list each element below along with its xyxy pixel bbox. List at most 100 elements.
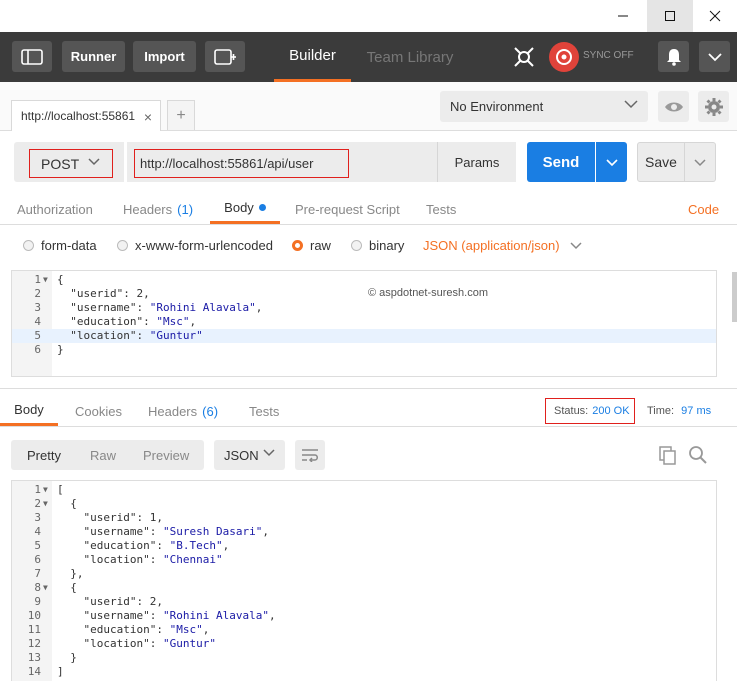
import-button[interactable]: Import bbox=[133, 41, 196, 72]
response-tab-body[interactable]: Body bbox=[0, 396, 58, 426]
content-type-select[interactable]: JSON (application/json) bbox=[423, 238, 582, 253]
watermark-text: © aspdotnet-suresh.com bbox=[368, 287, 488, 299]
request-code-line: 5 "location": "Guntur" bbox=[12, 329, 716, 343]
request-code-line: 2 "userid": 2, bbox=[12, 287, 716, 301]
radio-circle bbox=[117, 240, 128, 251]
copy-icon[interactable] bbox=[658, 445, 678, 468]
vertical-scrollbar[interactable] bbox=[732, 272, 737, 322]
save-options-button[interactable] bbox=[685, 142, 716, 182]
line-number: 9 bbox=[34, 595, 41, 608]
line-code: { bbox=[57, 581, 77, 594]
line-code: "education": "Msc", bbox=[70, 315, 197, 328]
view-raw-button[interactable]: Raw bbox=[90, 440, 116, 470]
tab-body-label: Body bbox=[224, 200, 254, 215]
view-pretty-button[interactable]: Pretty bbox=[27, 440, 61, 470]
line-code: "username": "Rohini Alavala", bbox=[70, 301, 263, 314]
response-tab-cookies[interactable]: Cookies bbox=[75, 396, 122, 426]
copy-glyph-icon bbox=[659, 446, 676, 465]
chevron-down-icon bbox=[624, 100, 638, 109]
line-code: "username": "Rohini Alavala", bbox=[83, 609, 276, 622]
method-select[interactable]: POST bbox=[29, 149, 113, 178]
sidebar-icon bbox=[21, 48, 43, 65]
line-number: 4 bbox=[34, 525, 41, 538]
radio-binary[interactable]: binary bbox=[351, 238, 404, 253]
body-type-options: form-data x-www-form-urlencoded raw bina… bbox=[0, 230, 737, 260]
body-indicator-dot bbox=[258, 204, 266, 211]
interceptor-button[interactable] bbox=[509, 42, 539, 72]
view-preview-button[interactable]: Preview bbox=[143, 440, 189, 470]
maximize-button[interactable] bbox=[647, 0, 693, 32]
tab-pre-request-script[interactable]: Pre-request Script bbox=[295, 194, 400, 224]
line-number: 5 bbox=[34, 539, 41, 552]
request-tab[interactable]: http://localhost:55861 × bbox=[11, 100, 161, 131]
radio-form-data[interactable]: form-data bbox=[23, 238, 97, 253]
line-number: 14 bbox=[27, 665, 41, 678]
close-tab-icon[interactable]: × bbox=[144, 109, 152, 125]
response-status: Status: 200 OK bbox=[545, 398, 635, 424]
toggle-sidebar-button[interactable] bbox=[12, 41, 52, 72]
satellite-icon bbox=[514, 47, 534, 67]
chevron-down-icon bbox=[570, 242, 582, 250]
send-options-button[interactable] bbox=[596, 142, 627, 182]
params-button[interactable]: Params bbox=[437, 142, 516, 182]
wrap-lines-icon bbox=[302, 449, 318, 462]
chevron-down-icon bbox=[694, 158, 706, 166]
request-tab-strip: http://localhost:55861 × + bbox=[0, 82, 430, 131]
radio-circle bbox=[351, 240, 362, 251]
wrap-lines-button[interactable] bbox=[295, 440, 325, 470]
fold-toggle-icon[interactable]: ▼ bbox=[43, 581, 48, 595]
response-code-line: 7 }, bbox=[12, 567, 716, 581]
minimize-button[interactable] bbox=[600, 0, 646, 32]
request-body-editor[interactable]: 1 ▼{2 "userid": 2, 3 "username": "Rohini A… bbox=[11, 270, 717, 377]
url-input[interactable]: http://localhost:55861/api/user bbox=[134, 149, 349, 178]
response-code-line: 2 ▼ { bbox=[12, 497, 716, 511]
request-code-line: 3 "username": "Rohini Alavala", bbox=[12, 301, 716, 315]
fold-toggle-icon[interactable]: ▼ bbox=[43, 273, 48, 287]
sync-status-label: SYNC OFF bbox=[583, 50, 634, 61]
line-code: { bbox=[57, 497, 77, 510]
notifications-button[interactable] bbox=[658, 41, 689, 72]
tab-body[interactable]: Body bbox=[210, 194, 280, 224]
radio-raw[interactable]: raw bbox=[292, 238, 331, 253]
gear-icon bbox=[704, 97, 723, 116]
minimize-icon bbox=[618, 15, 628, 17]
line-code: [ bbox=[57, 483, 64, 496]
response-format-select[interactable]: JSON bbox=[214, 440, 285, 470]
save-button[interactable]: Save bbox=[637, 142, 685, 182]
generate-code-link[interactable]: Code bbox=[688, 194, 719, 224]
response-code-line: 10 "username": "Rohini Alavala", bbox=[12, 609, 716, 623]
line-number: 4 bbox=[34, 315, 41, 328]
section-divider bbox=[0, 388, 737, 389]
environment-quick-look-button[interactable] bbox=[658, 91, 689, 122]
fold-toggle-icon[interactable]: ▼ bbox=[43, 497, 48, 511]
add-tab-button[interactable]: + bbox=[167, 100, 195, 130]
new-window-button[interactable] bbox=[205, 41, 245, 72]
runner-button[interactable]: Runner bbox=[62, 41, 125, 72]
environment-panel: No Environment bbox=[430, 82, 737, 131]
radio-circle-selected bbox=[292, 240, 303, 251]
search-icon[interactable] bbox=[688, 445, 708, 468]
maximize-icon bbox=[665, 11, 675, 21]
response-tab-tests[interactable]: Tests bbox=[249, 396, 279, 426]
line-number: 8 bbox=[34, 581, 41, 594]
tab-authorization[interactable]: Authorization bbox=[17, 194, 93, 224]
fold-toggle-icon[interactable]: ▼ bbox=[43, 483, 48, 497]
line-number: 6 bbox=[34, 343, 41, 356]
send-button[interactable]: Send bbox=[527, 142, 595, 182]
tab-team-library[interactable]: Team Library bbox=[362, 32, 458, 82]
time-label: Time: bbox=[647, 405, 675, 417]
environment-select[interactable]: No Environment bbox=[440, 91, 648, 122]
response-body-viewer[interactable]: 1 ▼[2 ▼ {3 "userid": 1, 4 "username": "Sure… bbox=[11, 480, 717, 681]
manage-environments-button[interactable] bbox=[698, 91, 729, 122]
response-tab-headers[interactable]: Headers (6) bbox=[148, 396, 218, 426]
tab-tests[interactable]: Tests bbox=[426, 194, 456, 224]
response-code-line: 5 "education": "B.Tech", bbox=[12, 539, 716, 553]
tab-headers[interactable]: Headers (1) bbox=[123, 194, 193, 224]
close-window-button[interactable] bbox=[692, 0, 737, 32]
line-number: 1 bbox=[34, 483, 41, 496]
line-code: "location": "Chennai" bbox=[83, 553, 223, 566]
tab-builder[interactable]: Builder bbox=[274, 32, 351, 82]
app-menu-button[interactable] bbox=[699, 41, 730, 72]
sync-icon[interactable] bbox=[549, 42, 579, 72]
radio-urlencoded[interactable]: x-www-form-urlencoded bbox=[117, 238, 273, 253]
